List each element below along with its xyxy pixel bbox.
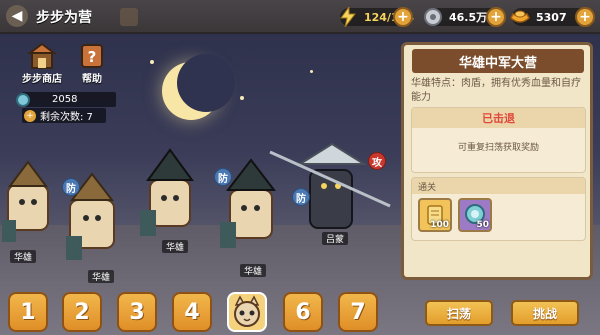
remaining-count: 剩余次数: 7 <box>40 112 93 123</box>
gold-ingot-icon <box>508 5 532 29</box>
add-stamina-button[interactable]: + <box>393 7 413 27</box>
star <box>240 96 244 100</box>
unit-name-label: 华雄 <box>88 270 115 283</box>
back-arrow-icon[interactable]: ◀ <box>6 5 28 27</box>
level-tab-current[interactable] <box>227 292 267 332</box>
add-gold-button[interactable]: + <box>575 7 595 27</box>
coin-value: 46.5万 <box>449 11 488 24</box>
shop-button[interactable]: 步步商店 <box>16 42 68 85</box>
level-tab-3[interactable]: 3 <box>117 292 157 332</box>
help-label: 帮助 <box>82 74 102 85</box>
troop-art <box>2 142 391 260</box>
star <box>310 70 313 73</box>
unit-name-label: 华雄 <box>162 240 189 253</box>
power-bar: 2058 <box>16 92 116 107</box>
coin-icon <box>421 5 445 29</box>
level-tab-7[interactable]: 7 <box>338 292 378 332</box>
defense-tag: 防 <box>292 188 310 206</box>
reward-badge-item[interactable]: 50 <box>458 198 492 232</box>
help-button[interactable]: ? 帮助 <box>66 42 118 85</box>
shop-label: 步步商店 <box>22 74 62 85</box>
star <box>150 60 154 64</box>
page-title: 步步为营 <box>36 10 92 26</box>
challenge-button[interactable]: 挑战 <box>511 300 579 326</box>
unit-name-label: 华雄 <box>240 264 267 277</box>
level-tab-2[interactable]: 2 <box>62 292 102 332</box>
gold-value: 5307 <box>536 10 567 24</box>
reward-box: 通关 100 50 <box>411 177 586 241</box>
stamina-counter: 124/124 + <box>340 7 414 27</box>
level-tab-1[interactable]: 1 <box>8 292 48 332</box>
attack-tag: 攻 <box>368 152 386 170</box>
plus-icon: + <box>24 109 36 122</box>
gold-counter: 5307 + <box>510 7 595 27</box>
stage-info-panel: 华雄中军大营 华雄特点：肉盾，拥有优秀血量和自疗能力 已击退 可重复扫荡获取奖励… <box>401 42 593 280</box>
reward-title: 通关 <box>412 178 585 194</box>
shop-icon <box>27 42 57 70</box>
stage-status-box: 已击退 可重复扫荡获取奖励 <box>411 107 586 173</box>
troop-formation: 防 防 防 攻 华雄 华雄 华雄 华雄 吕蒙 <box>0 140 400 283</box>
help-icon: ? <box>77 42 107 70</box>
remaining-bar: + 剩余次数: 7 <box>22 108 106 123</box>
stage-status: 已击退 <box>412 108 585 128</box>
top-bar: ◀ 步步为营 124/124 + 46.5万 + 5307 + <box>0 0 600 34</box>
hero-unit <box>2 160 49 242</box>
unit-name-label: 吕蒙 <box>322 232 349 245</box>
stage-title: 华雄中军大营 <box>412 49 584 73</box>
lightning-icon <box>336 5 360 29</box>
unit-name-label: 华雄 <box>10 250 37 263</box>
defense-tag: 防 <box>62 178 80 196</box>
sweep-button[interactable]: 扫荡 <box>425 300 493 326</box>
status-note: 可重复扫荡获取奖励 <box>457 143 539 153</box>
level-tab-4[interactable]: 4 <box>172 292 212 332</box>
reward-count: 50 <box>476 220 489 230</box>
add-coin-button[interactable]: + <box>486 7 506 27</box>
svg-text:?: ? <box>88 48 97 66</box>
cat-emblem-icon <box>120 8 138 26</box>
cat-avatar-icon <box>234 295 260 327</box>
defense-tag: 防 <box>214 168 232 186</box>
coin-counter: 46.5万 + <box>424 7 506 27</box>
power-value: 2058 <box>52 94 78 105</box>
level-tab-6[interactable]: 6 <box>283 292 323 332</box>
hero-unit <box>140 148 194 236</box>
reward-scroll-item[interactable]: 100 <box>418 198 452 232</box>
reward-count: 100 <box>430 220 449 230</box>
stage-description: 华雄特点：肉盾，拥有优秀血量和自疗能力 <box>411 78 581 103</box>
power-gem-icon <box>16 92 30 107</box>
